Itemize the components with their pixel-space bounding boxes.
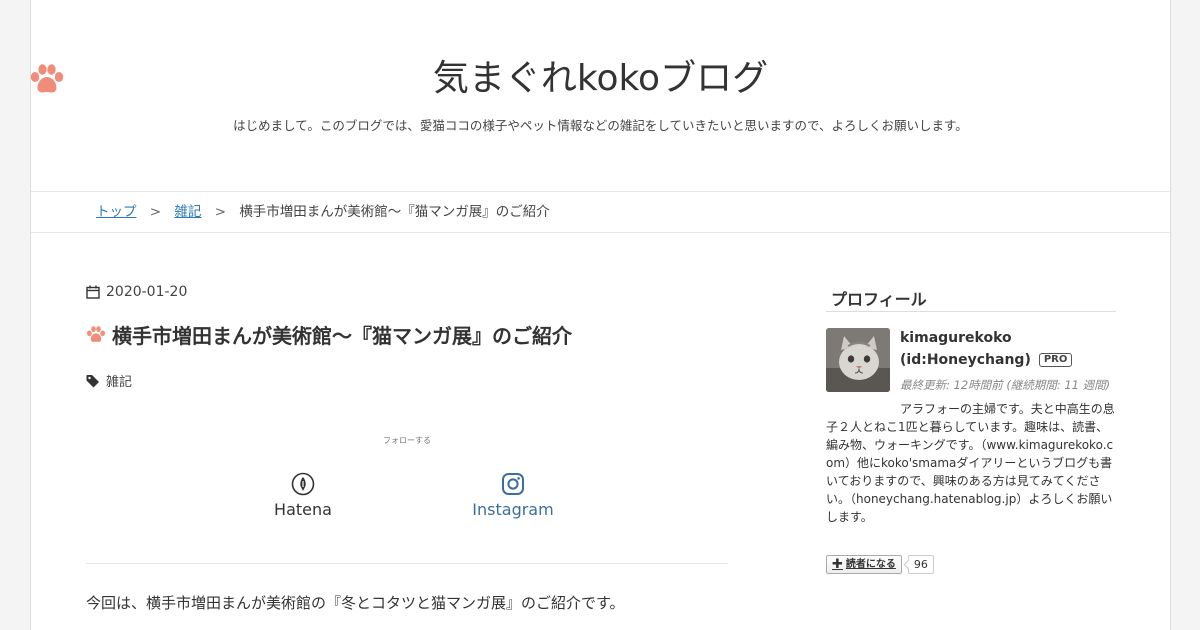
paw-icon <box>30 64 64 93</box>
blog-description: はじめまして。このブログでは、愛猫ココの様子やペット情報などの雑記をしていきたい… <box>233 118 968 133</box>
breadcrumb: トップ > 雑記 > 横手市増田まんが美術館〜『猫マンガ展』のご紹介 <box>31 193 1170 233</box>
entry-title-text: 横手市増田まんが美術館〜『猫マンガ展』のご紹介 <box>112 324 572 348</box>
breadcrumb-top-link[interactable]: トップ <box>96 204 137 220</box>
follow-instagram-button[interactable]: Instagram <box>453 472 573 519</box>
profile-name-link[interactable]: kimagurekoko <box>900 330 1012 346</box>
subscriber-count[interactable]: 96 <box>907 555 934 574</box>
profile-divider <box>826 311 1116 312</box>
breadcrumb-separator: > <box>149 204 162 220</box>
page-frame: 気まぐれkokoブログ はじめまして。このブログでは、愛猫ココの様子やペット情報… <box>30 0 1171 630</box>
entry-category: 雑記 <box>86 371 132 390</box>
paw-icon <box>87 325 105 342</box>
avatar[interactable] <box>826 328 890 392</box>
entry-intro-text: 今回は、横手市増田まんが美術館の『冬とコタツと猫マンガ展』のご紹介です。 <box>86 594 625 612</box>
blog-header: 気まぐれkokoブログ はじめまして。このブログでは、愛猫ココの様子やペット情報… <box>31 0 1170 192</box>
calendar-icon <box>86 285 100 299</box>
subscribe-button-label: 読者になる <box>845 559 896 570</box>
profile-heading: プロフィール <box>831 290 927 309</box>
follow-instagram-label: Instagram <box>472 500 554 519</box>
subscribe-button[interactable]: ✚ 読者になる <box>826 555 902 574</box>
subscribe-row: ✚ 読者になる 96 <box>826 555 934 574</box>
instagram-icon <box>502 473 524 495</box>
last-updated: 最終更新: 12時間前 (継続期間: 11 週間) <box>900 378 1111 392</box>
cat-avatar-image <box>826 328 890 392</box>
blog-title-link[interactable]: 気まぐれkokoブログ <box>31 55 1170 103</box>
tag-icon <box>86 374 99 387</box>
hatena-icon <box>291 472 315 496</box>
profile-id-text: (id:Honeychang) <box>900 352 1031 368</box>
breadcrumb-category-link[interactable]: 雑記 <box>174 204 201 220</box>
entry-title[interactable]: 横手市増田まんが美術館〜『猫マンガ展』のご紹介 <box>86 320 572 349</box>
pro-badge[interactable]: PRO <box>1038 353 1073 367</box>
entry-date-text: 2020-01-20 <box>106 284 188 300</box>
profile-bio: アラフォーの主婦です。夫と中高生の息子２人とねこ1匹と暮らしています。趣味は、読… <box>826 402 1115 524</box>
breadcrumb-separator: > <box>214 204 227 220</box>
follow-hatena-label: Hatena <box>274 500 332 519</box>
follow-box: フォローする Hatena Instagram <box>86 430 728 564</box>
breadcrumb-current: 横手市増田まんが美術館〜『猫マンガ展』のご紹介 <box>239 204 550 220</box>
entry-date[interactable]: 2020-01-20 <box>86 284 187 300</box>
follow-hatena-button[interactable]: Hatena <box>243 472 363 519</box>
follow-label: フォローする <box>383 436 431 445</box>
plus-icon: ✚ <box>832 557 843 572</box>
profile-id: (id:Honeychang) PRO <box>900 352 1073 368</box>
entry-category-link[interactable]: 雑記 <box>106 371 132 390</box>
